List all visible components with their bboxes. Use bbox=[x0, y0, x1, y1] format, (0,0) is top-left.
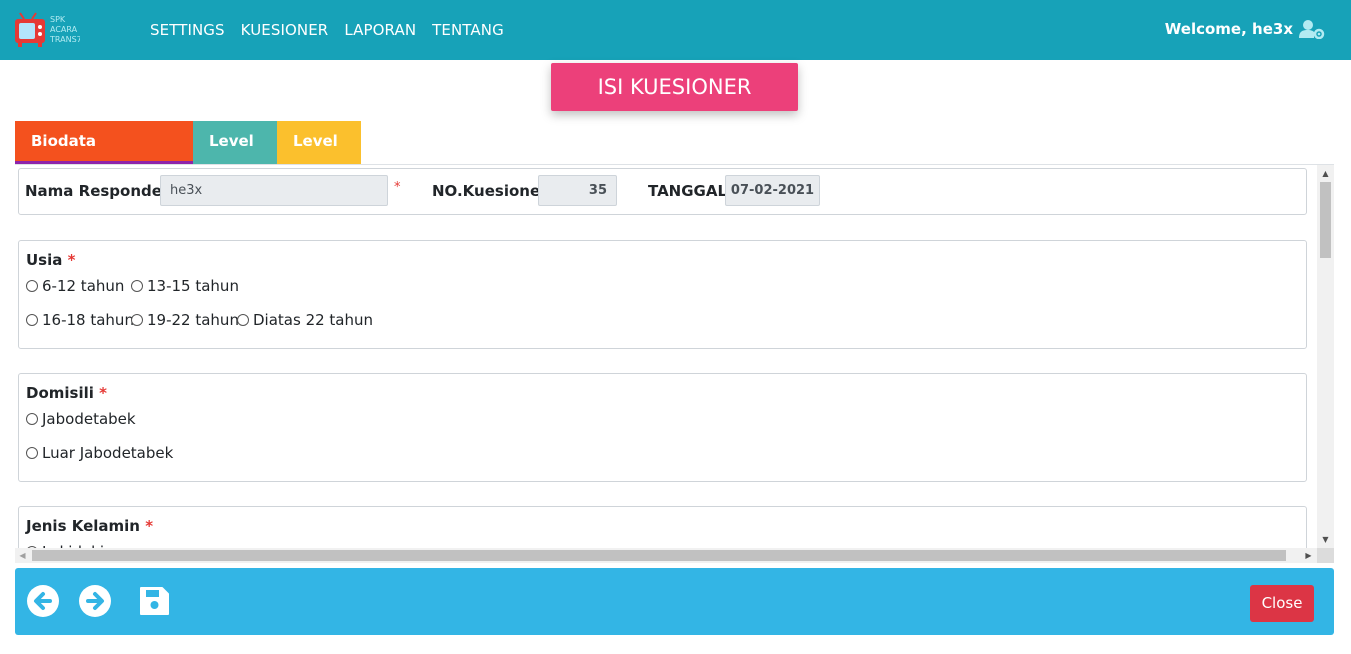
close-button[interactable]: Close bbox=[1250, 585, 1314, 622]
no-kuesioner-field[interactable]: 35 bbox=[538, 175, 617, 206]
domisili-card: Domisili * Jabodetabek Luar Jabodetabek bbox=[18, 373, 1307, 482]
option-label: 19-22 tahun bbox=[147, 311, 239, 329]
usia-option-13-15[interactable]: 13-15 tahun bbox=[131, 277, 239, 295]
usia-option-diatas-22[interactable]: Diatas 22 tahun bbox=[237, 311, 373, 329]
domisili-option-jabodetabek[interactable]: Jabodetabek bbox=[26, 410, 136, 428]
radio-button[interactable] bbox=[237, 314, 249, 326]
user-gear-icon[interactable] bbox=[1299, 19, 1325, 39]
usia-option-19-22[interactable]: 19-22 tahun bbox=[131, 311, 239, 329]
navbar: SPK ACARA TRANS7 SETTINGS KUESIONER LAPO… bbox=[0, 0, 1351, 60]
logo-line-3: TRANS7 bbox=[49, 35, 80, 44]
option-label: Diatas 22 tahun bbox=[253, 311, 374, 329]
isi-kuesioner-button[interactable]: ISI KUESIONER bbox=[551, 63, 798, 111]
nav-laporan[interactable]: LAPORAN bbox=[344, 21, 416, 39]
logo-line-1: SPK bbox=[50, 15, 66, 24]
radio-button[interactable] bbox=[131, 280, 143, 292]
usia-title: Usia * bbox=[26, 251, 75, 269]
arrow-right-circle-icon[interactable] bbox=[78, 584, 112, 618]
tanggal-field[interactable]: 07-02-2021 bbox=[725, 175, 820, 206]
required-mark: * bbox=[394, 180, 401, 195]
tab-level-1[interactable]: Level 1 bbox=[193, 121, 277, 190]
tab-bar: Biodata Responden Level 1 Level 2 bbox=[15, 121, 361, 190]
footer-toolbar: Close bbox=[15, 568, 1334, 635]
form-scroll-area[interactable]: Nama Responden he3x * NO.Kuesioner 35 TA… bbox=[15, 165, 1334, 563]
usia-option-6-12[interactable]: 6-12 tahun bbox=[26, 277, 124, 295]
radio-button[interactable] bbox=[26, 314, 38, 326]
option-label: 16-18 tahun bbox=[42, 311, 134, 329]
tab-level-2[interactable]: Level 2 bbox=[277, 121, 361, 190]
usia-card: Usia * 6-12 tahun 13-15 tahun 16-18 tahu… bbox=[18, 240, 1307, 349]
scroll-left-arrow-icon[interactable]: ◀ bbox=[15, 548, 30, 563]
nav-settings[interactable]: SETTINGS bbox=[150, 21, 225, 39]
radio-button[interactable] bbox=[26, 280, 38, 292]
option-label: 6-12 tahun bbox=[42, 277, 125, 295]
domisili-option-luar-jabodetabek[interactable]: Luar Jabodetabek bbox=[26, 444, 173, 462]
required-mark: * bbox=[145, 517, 154, 535]
option-label: Jabodetabek bbox=[42, 410, 136, 428]
scroll-up-arrow-icon[interactable]: ▲ bbox=[1317, 165, 1334, 182]
scrollbar-corner bbox=[1317, 548, 1334, 563]
save-icon[interactable] bbox=[138, 585, 170, 617]
scroll-right-arrow-icon[interactable]: ▶ bbox=[1301, 548, 1316, 563]
tanggal-label: TANGGAL bbox=[648, 182, 728, 200]
domisili-title-text: Domisili bbox=[26, 384, 94, 402]
radio-button[interactable] bbox=[26, 447, 38, 459]
usia-option-16-18[interactable]: 16-18 tahun bbox=[26, 311, 134, 329]
required-mark: * bbox=[67, 251, 76, 269]
tab-biodata-responden[interactable]: Biodata Responden bbox=[15, 121, 193, 190]
jenis-kelamin-title: Jenis Kelamin * bbox=[26, 517, 153, 535]
required-mark: * bbox=[99, 384, 107, 402]
option-label: 13-15 tahun bbox=[147, 277, 239, 295]
logo-line-2: ACARA bbox=[50, 25, 78, 34]
welcome-user[interactable]: Welcome, he3x bbox=[1165, 19, 1325, 39]
nav-links: SETTINGS KUESIONER LAPORAN TENTANG bbox=[150, 0, 520, 60]
vertical-scroll-thumb[interactable] bbox=[1320, 182, 1331, 258]
horizontal-scroll-thumb[interactable] bbox=[32, 550, 1286, 561]
nama-responden-field[interactable]: he3x bbox=[160, 175, 388, 206]
arrow-left-circle-icon[interactable] bbox=[26, 584, 60, 618]
nav-tentang[interactable]: TENTANG bbox=[432, 21, 504, 39]
radio-button[interactable] bbox=[26, 413, 38, 425]
usia-title-text: Usia bbox=[26, 251, 63, 269]
domisili-title: Domisili * bbox=[26, 384, 107, 402]
option-label: Luar Jabodetabek bbox=[42, 444, 174, 462]
tv-logo-icon[interactable]: SPK ACARA TRANS7 bbox=[14, 12, 80, 48]
scroll-down-arrow-icon[interactable]: ▼ bbox=[1317, 531, 1334, 548]
jenis-kelamin-title-text: Jenis Kelamin bbox=[26, 517, 140, 535]
identity-card: Nama Responden he3x * NO.Kuesioner 35 TA… bbox=[18, 168, 1307, 215]
nav-kuesioner[interactable]: KUESIONER bbox=[241, 21, 329, 39]
nama-responden-label: Nama Responden bbox=[25, 182, 173, 200]
radio-button[interactable] bbox=[131, 314, 143, 326]
welcome-text: Welcome, he3x bbox=[1164, 20, 1293, 38]
no-kuesioner-label: NO.Kuesioner bbox=[432, 182, 548, 200]
